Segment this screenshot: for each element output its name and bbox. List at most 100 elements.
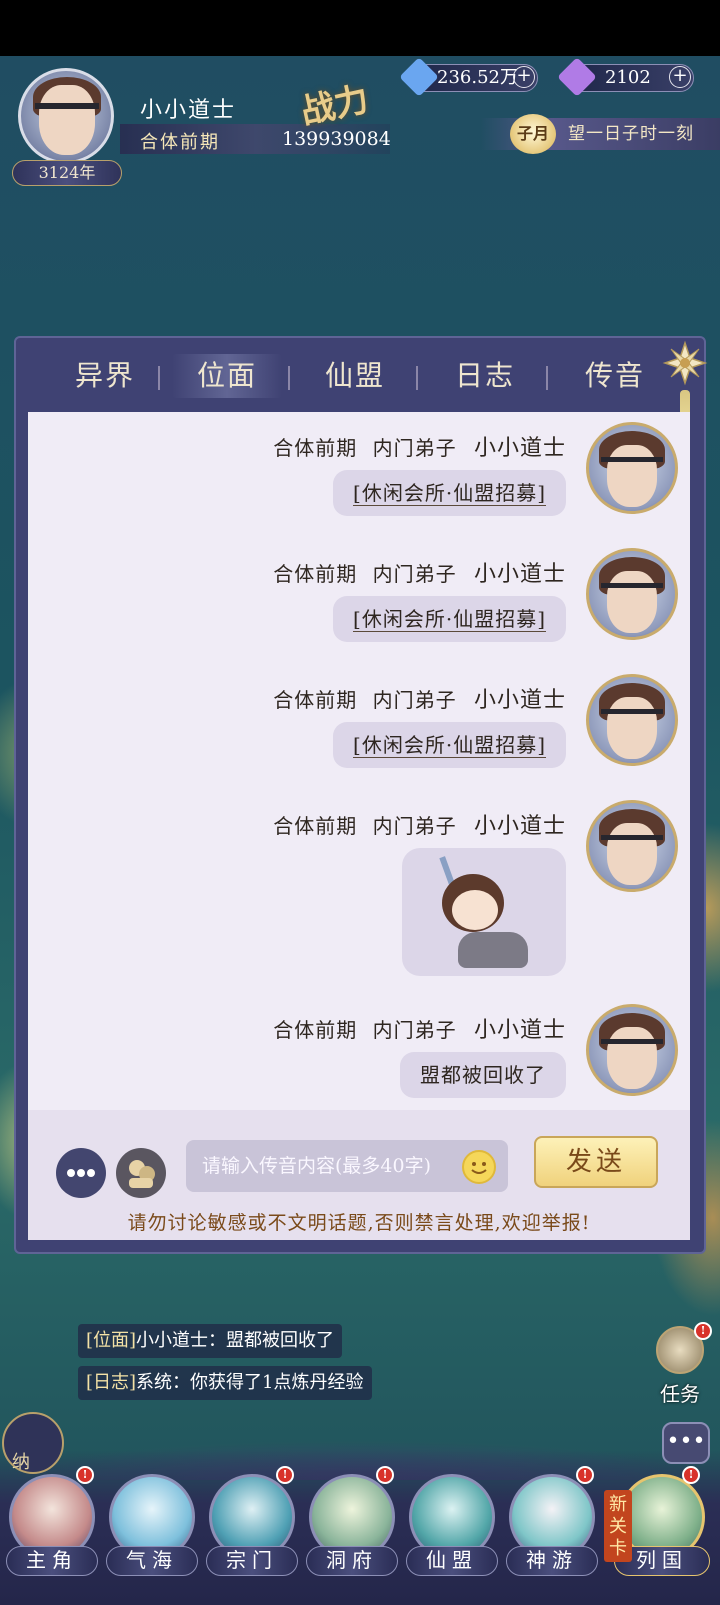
nav-alliance[interactable]: 仙盟 bbox=[406, 1474, 498, 1594]
chat-message: 合体前期 内门弟子 小小道士 bbox=[28, 790, 690, 990]
tab-divider bbox=[288, 366, 290, 390]
sender-rank: 内门弟子 bbox=[372, 688, 457, 712]
sticker-button[interactable] bbox=[116, 1148, 166, 1198]
task-label: 任务 bbox=[660, 1382, 700, 1406]
chat-message: 合体前期 内门弟子 小小道士 [休闲会所·仙盟招募] bbox=[28, 538, 690, 662]
sender-realm: 合体前期 bbox=[273, 814, 358, 838]
nav-sect[interactable]: 宗门 ! bbox=[206, 1466, 298, 1594]
sender-avatar[interactable] bbox=[586, 548, 678, 640]
log-line[interactable]: [位面]小小道士：盟都被回收了 bbox=[78, 1324, 343, 1358]
notification-dot: ! bbox=[576, 1466, 594, 1484]
sticker-bubble[interactable] bbox=[402, 848, 566, 976]
player-avatar[interactable] bbox=[18, 68, 114, 164]
message-bubble-link[interactable]: [休闲会所·仙盟招募] bbox=[333, 596, 566, 642]
nav-label: 宗门 bbox=[206, 1546, 298, 1576]
chat-panel: 异界 位面 仙盟 日志 传音 合体前期 内门弟子 小小道士 [休闲会所·仙盟招募 bbox=[14, 336, 708, 1254]
log-line[interactable]: [日志]系统：你获得了1点炼丹经验 bbox=[78, 1366, 372, 1400]
emoji-icon[interactable] bbox=[462, 1150, 496, 1184]
nav-label: 神游 bbox=[506, 1546, 598, 1576]
sender-avatar[interactable] bbox=[586, 674, 678, 766]
message-link-text[interactable]: [休闲会所·仙盟招募] bbox=[353, 607, 546, 632]
spirit-crystal-value: 236.52万 bbox=[437, 67, 518, 88]
sender-rank: 内门弟子 bbox=[372, 436, 457, 460]
tab-whisper[interactable]: 传音 bbox=[560, 354, 670, 398]
chat-message: 合体前期 内门弟子 小小道士 盟都被回收了 bbox=[28, 994, 690, 1110]
more-options-button[interactable] bbox=[56, 1148, 106, 1198]
avatar-face bbox=[607, 571, 657, 633]
chat-message: 合体前期 内门弟子 小小道士 [休闲会所·仙盟招募] bbox=[28, 664, 690, 788]
avatar-face bbox=[607, 1027, 657, 1089]
player-name: 小小道士 bbox=[140, 98, 237, 123]
message-link-text[interactable]: [休闲会所·仙盟招募] bbox=[353, 481, 546, 506]
log-text: 小小道士：盟都被回收了 bbox=[136, 1330, 335, 1351]
nav-label: 气海 bbox=[106, 1546, 198, 1576]
sender-rank: 内门弟子 bbox=[372, 562, 457, 586]
tab-divider bbox=[416, 366, 418, 390]
sender-rank: 内门弟子 bbox=[372, 814, 457, 838]
sender-name: 小小道士 bbox=[473, 814, 566, 839]
nav-divine-travel[interactable]: 神游 ! bbox=[506, 1466, 598, 1594]
tab-divider bbox=[158, 366, 160, 390]
add-immortal-jade-button[interactable]: + bbox=[669, 66, 691, 88]
ellipsis-icon bbox=[67, 1169, 95, 1177]
message-link-text[interactable]: [休闲会所·仙盟招募] bbox=[353, 733, 546, 758]
close-icon[interactable] bbox=[662, 340, 708, 386]
send-button[interactable]: 发送 bbox=[534, 1136, 658, 1188]
notification-dot: ! bbox=[682, 1466, 700, 1484]
notification-dot: ! bbox=[76, 1466, 94, 1484]
nav-label: 仙盟 bbox=[406, 1546, 498, 1576]
message-bubble-text: 盟都被回收了 bbox=[400, 1052, 566, 1098]
sender-rank: 内门弟子 bbox=[372, 1018, 457, 1042]
chat-tabs: 异界 位面 仙盟 日志 传音 bbox=[16, 338, 708, 412]
task-button[interactable]: 任务 ! bbox=[650, 1322, 712, 1406]
sender-avatar[interactable] bbox=[586, 800, 678, 892]
age-badge: 3124年 bbox=[12, 160, 122, 186]
tab-plane[interactable]: 位面 bbox=[172, 354, 282, 398]
chat-message-list[interactable]: 合体前期 内门弟子 小小道士 [休闲会所·仙盟招募] 合体前期 内门弟子 小小道… bbox=[28, 412, 690, 1110]
storage-button[interactable]: 纳 bbox=[2, 1412, 64, 1474]
avatar-headband bbox=[601, 1039, 663, 1044]
sender-name: 小小道士 bbox=[473, 1018, 566, 1043]
sender-realm: 合体前期 bbox=[273, 1018, 358, 1042]
sender-realm: 合体前期 bbox=[273, 562, 358, 586]
smiley-face-icon bbox=[471, 1162, 487, 1174]
log-channel-tag: [位面] bbox=[86, 1330, 137, 1351]
add-spirit-crystal-button[interactable]: + bbox=[513, 66, 535, 88]
nav-cave[interactable]: 洞府 ! bbox=[306, 1466, 398, 1594]
chat-input[interactable]: 请输入传音内容(最多40字) bbox=[186, 1140, 508, 1192]
sender-avatar[interactable] bbox=[586, 1004, 678, 1096]
combat-power-value: 139939084 bbox=[282, 128, 391, 150]
sticker-pack-icon bbox=[129, 1160, 155, 1188]
nav-qi-sea[interactable]: 气海 bbox=[106, 1474, 198, 1594]
message-bubble-link[interactable]: [休闲会所·仙盟招募] bbox=[333, 722, 566, 768]
spirit-crystal-counter: 236.52万 + bbox=[399, 57, 538, 97]
nav-label: 主角 bbox=[6, 1546, 98, 1576]
new-stage-tag: 新关卡 bbox=[604, 1490, 632, 1562]
nav-protagonist[interactable]: 主角 ! bbox=[6, 1466, 98, 1594]
message-header: 合体前期 内门弟子 小小道士 bbox=[273, 682, 566, 714]
notification-dot: ! bbox=[376, 1466, 394, 1484]
tab-other-world[interactable]: 异界 bbox=[50, 354, 160, 398]
tab-log[interactable]: 日志 bbox=[430, 354, 540, 398]
sender-realm: 合体前期 bbox=[273, 688, 358, 712]
notification-dot: ! bbox=[694, 1322, 712, 1340]
avatar-face bbox=[39, 85, 95, 155]
chat-message: 合体前期 内门弟子 小小道士 [休闲会所·仙盟招募] bbox=[28, 412, 690, 536]
storage-label: 纳 bbox=[12, 1452, 30, 1473]
sender-avatar[interactable] bbox=[586, 422, 678, 514]
chat-bubble-icon[interactable]: ••• bbox=[662, 1422, 710, 1464]
notification-dot: ! bbox=[276, 1466, 294, 1484]
avatar-face bbox=[607, 445, 657, 507]
chat-warning-text: 请勿讨论敏感或不文明话题,否则禁言处理,欢迎举报! bbox=[127, 1212, 591, 1234]
sender-name: 小小道士 bbox=[473, 688, 566, 713]
sender-name: 小小道士 bbox=[473, 562, 566, 587]
immortal-jade-value: 2102 bbox=[605, 67, 651, 88]
message-bubble-link[interactable]: [休闲会所·仙盟招募] bbox=[333, 470, 566, 516]
tab-alliance[interactable]: 仙盟 bbox=[300, 354, 410, 398]
avatar-headband bbox=[601, 583, 663, 588]
immortal-jade-counter: 2102 + bbox=[557, 57, 694, 97]
message-header: 合体前期 内门弟子 小小道士 bbox=[273, 556, 566, 588]
month-badge: 子月 bbox=[510, 114, 556, 154]
avatar-headband bbox=[35, 103, 99, 109]
sender-realm: 合体前期 bbox=[273, 436, 358, 460]
